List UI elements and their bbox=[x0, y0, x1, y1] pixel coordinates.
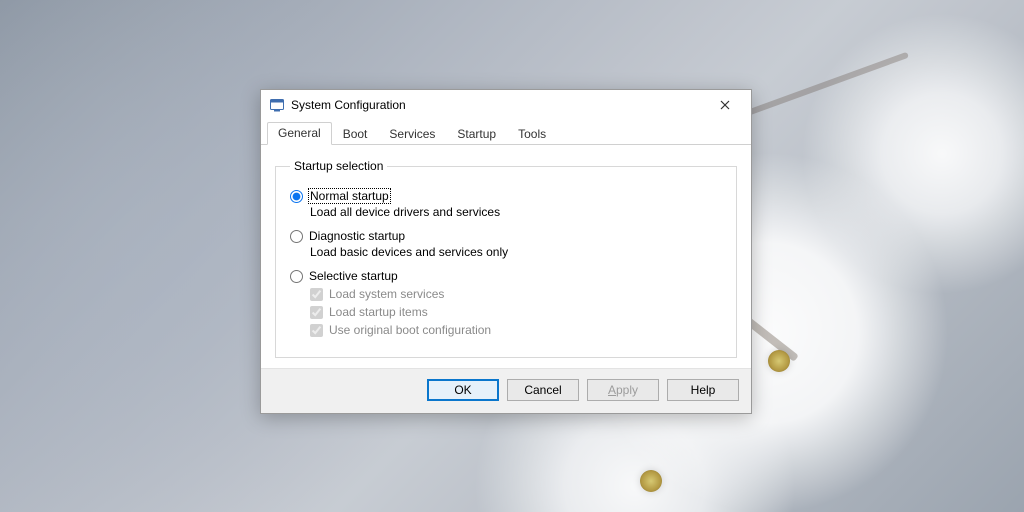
button-label: Help bbox=[691, 383, 716, 397]
sub-load-system-services: Load system services bbox=[310, 287, 722, 301]
tab-label: Boot bbox=[343, 127, 368, 141]
button-label-accesskey: A bbox=[608, 383, 616, 397]
sub-load-startup-items: Load startup items bbox=[310, 305, 722, 319]
tab-label: General bbox=[278, 126, 321, 140]
tab-label: Services bbox=[389, 127, 435, 141]
window-title: System Configuration bbox=[291, 98, 705, 112]
radio-diagnostic-label: Diagnostic startup bbox=[309, 229, 405, 243]
button-label: Cancel bbox=[524, 383, 561, 397]
check-system-services bbox=[310, 288, 323, 301]
radio-normal-label: Normal startup bbox=[309, 189, 390, 203]
radio-normal[interactable] bbox=[290, 190, 303, 203]
button-label: OK bbox=[454, 383, 471, 397]
sub-original-boot-config: Use original boot configuration bbox=[310, 323, 722, 337]
desc-normal: Load all device drivers and services bbox=[310, 205, 722, 219]
help-button[interactable]: Help bbox=[667, 379, 739, 401]
check-startup-items-label: Load startup items bbox=[329, 305, 428, 319]
desc-diagnostic: Load basic devices and services only bbox=[310, 245, 722, 259]
system-configuration-window: System Configuration General Boot Servic… bbox=[260, 89, 752, 414]
cancel-button[interactable]: Cancel bbox=[507, 379, 579, 401]
ok-button[interactable]: OK bbox=[427, 379, 499, 401]
option-normal-startup[interactable]: Normal startup bbox=[290, 189, 722, 203]
close-button[interactable] bbox=[705, 93, 745, 117]
button-label-rest: pply bbox=[616, 383, 638, 397]
tab-general[interactable]: General bbox=[267, 122, 332, 145]
tab-label: Startup bbox=[457, 127, 496, 141]
startup-selection-group: Startup selection Normal startup Load al… bbox=[275, 159, 737, 358]
tab-strip: General Boot Services Startup Tools bbox=[261, 120, 751, 145]
tab-boot[interactable]: Boot bbox=[332, 123, 379, 145]
option-diagnostic-startup[interactable]: Diagnostic startup bbox=[290, 229, 722, 243]
radio-selective-label: Selective startup bbox=[309, 269, 398, 283]
check-system-services-label: Load system services bbox=[329, 287, 444, 301]
desktop-wallpaper: System Configuration General Boot Servic… bbox=[0, 0, 1024, 512]
option-selective-startup[interactable]: Selective startup bbox=[290, 269, 722, 283]
tab-label: Tools bbox=[518, 127, 546, 141]
radio-diagnostic[interactable] bbox=[290, 230, 303, 243]
button-row: OK Cancel Apply Help bbox=[261, 368, 751, 413]
check-startup-items bbox=[310, 306, 323, 319]
close-icon bbox=[720, 100, 730, 110]
tab-services[interactable]: Services bbox=[378, 123, 446, 145]
check-boot-config-label: Use original boot configuration bbox=[329, 323, 491, 337]
app-icon bbox=[269, 97, 285, 113]
check-boot-config bbox=[310, 324, 323, 337]
titlebar[interactable]: System Configuration bbox=[261, 90, 751, 120]
group-legend: Startup selection bbox=[290, 159, 387, 173]
radio-selective[interactable] bbox=[290, 270, 303, 283]
tab-startup[interactable]: Startup bbox=[446, 123, 507, 145]
apply-button: Apply bbox=[587, 379, 659, 401]
tab-tools[interactable]: Tools bbox=[507, 123, 557, 145]
tab-content: Startup selection Normal startup Load al… bbox=[261, 145, 751, 368]
